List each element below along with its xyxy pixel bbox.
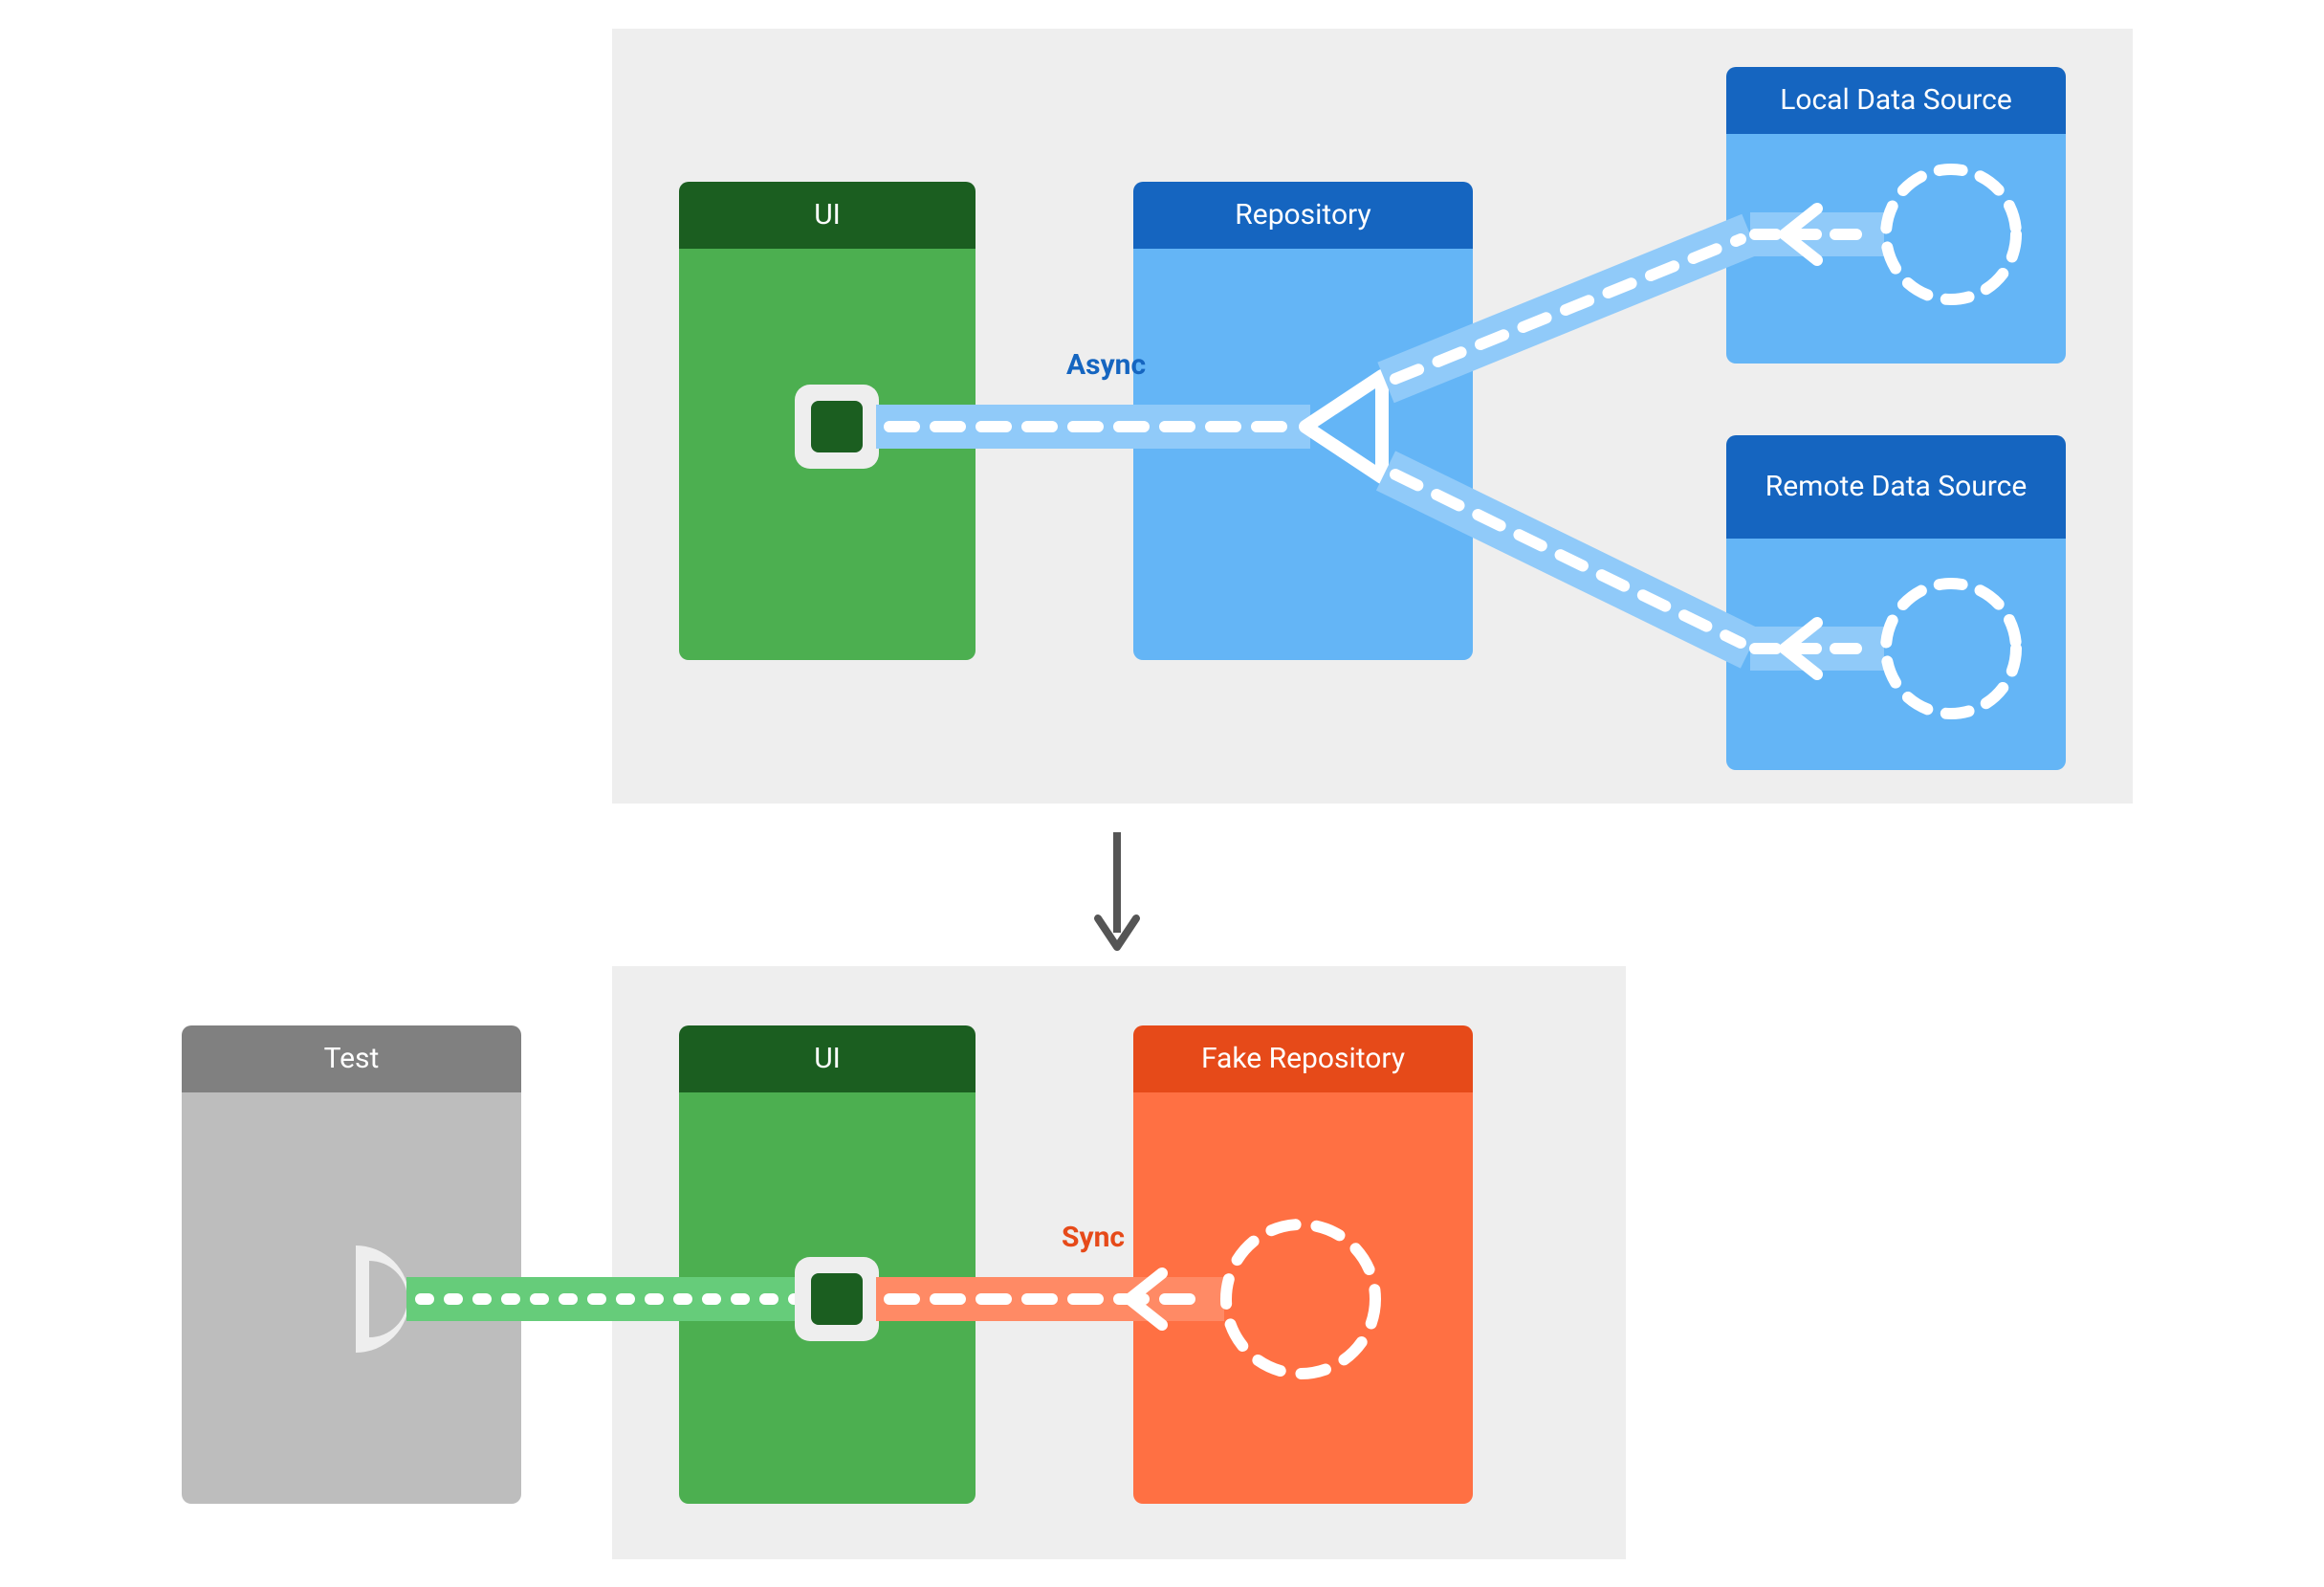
test-header: Test [182,1025,521,1092]
ui-header-top: UI [679,182,976,249]
fake-repository-header: Fake Repository [1133,1025,1473,1092]
local-data-source-box: Local Data Source [1726,67,2066,364]
test-box: Test [182,1025,521,1504]
repository-header: Repository [1133,182,1473,249]
transform-arrow [1098,832,1136,947]
sync-label: Sync [1062,1221,1125,1254]
repository-box: Repository [1133,182,1473,660]
bottom-panel: UI Fake Repository [612,966,1626,1559]
remote-data-source-header: Remote Data Source [1726,435,2066,539]
ui-box-bottom: UI [679,1025,976,1504]
ui-box-top: UI [679,182,976,660]
top-panel: UI Repository Local Data Source Remote D… [612,29,2133,804]
async-label: Async [1066,348,1146,382]
ui-header-bottom: UI [679,1025,976,1092]
local-data-source-header: Local Data Source [1726,67,2066,134]
remote-data-source-box: Remote Data Source [1726,435,2066,770]
fake-repository-box: Fake Repository [1133,1025,1473,1504]
